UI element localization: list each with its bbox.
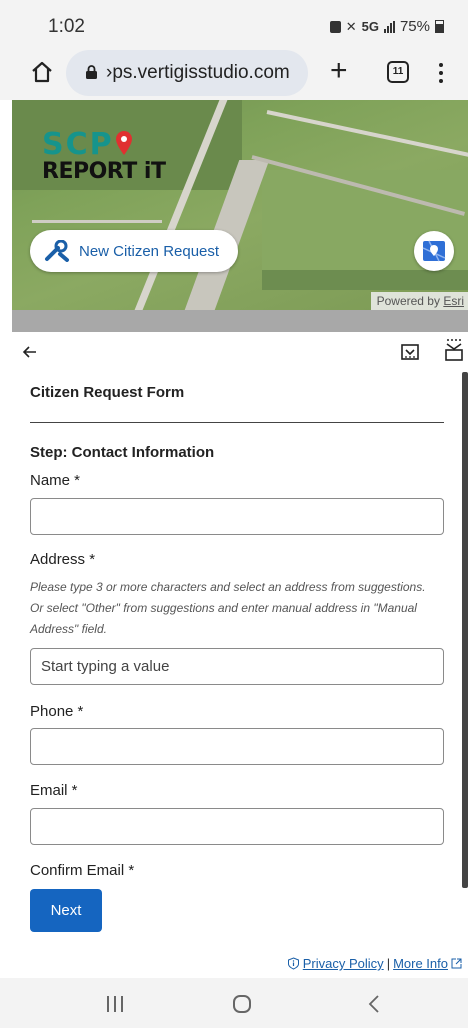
powered-by-text: Powered by (376, 294, 440, 308)
url-text: ›ps.vertigisstudio.com (106, 62, 290, 83)
panel-toolbar (12, 332, 468, 372)
name-label: Name * (30, 472, 81, 489)
mute-icon: ✕ (345, 18, 357, 34)
collapse-panel-icon[interactable] (444, 338, 464, 362)
email-field[interactable] (30, 808, 444, 845)
address-bar[interactable]: ›ps.vertigisstudio.com (66, 50, 308, 96)
scp-report-it-logo: SCP REPORT iT (42, 127, 166, 184)
footer-links: Privacy Policy | More Info (287, 956, 462, 971)
map-view[interactable]: SCP REPORT iT New Citizen Request Powere… (12, 100, 468, 310)
system-nav-bar (0, 978, 468, 1028)
address-label: Address * (30, 551, 96, 568)
phone-label: Phone * (30, 703, 84, 720)
tab-switcher-button[interactable]: 11 (387, 61, 409, 83)
form-title: Citizen Request Form (30, 384, 185, 401)
form-scrollbar[interactable] (462, 372, 468, 888)
esri-link[interactable]: Esri (443, 294, 464, 308)
footer-separator: | (386, 956, 391, 971)
next-button[interactable]: Next (30, 889, 102, 932)
map-pin-icon (115, 131, 132, 155)
expand-panel-icon[interactable] (400, 342, 420, 362)
logo-scp-text: SCP (42, 127, 114, 162)
home-nav-icon[interactable] (233, 995, 251, 1013)
wrench-icon (45, 240, 69, 262)
map-attribution: Powered by Esri (370, 292, 468, 310)
back-nav-icon[interactable] (364, 993, 384, 1015)
status-icons: ✕ 5G 75% (329, 18, 444, 35)
browser-toolbar: ›ps.vertigisstudio.com + 11 (0, 46, 468, 100)
form-step-heading: Step: Contact Information (30, 444, 215, 461)
email-label: Email * (30, 782, 78, 799)
locate-button[interactable] (414, 231, 454, 271)
new-tab-button[interactable]: + (330, 56, 348, 86)
name-field[interactable] (30, 498, 444, 535)
battery-percent: 75% (399, 18, 430, 35)
status-time: 1:02 (48, 16, 85, 37)
privacy-policy-link[interactable]: Privacy Policy (303, 956, 384, 971)
info-icon (287, 957, 299, 970)
new-citizen-request-button[interactable]: New Citizen Request (30, 230, 238, 272)
map-location-icon (422, 240, 446, 262)
panel-divider[interactable] (12, 310, 468, 332)
recents-icon[interactable] (107, 996, 123, 1012)
battery-icon (435, 20, 444, 33)
logo-report-it-text: REPORT iT (42, 159, 166, 184)
lock-icon (86, 65, 97, 79)
notification-icon (329, 20, 341, 33)
more-info-link[interactable]: More Info (393, 956, 448, 971)
address-hint: Please type 3 or more characters and sel… (30, 580, 426, 636)
arrow-left-icon[interactable] (22, 344, 38, 360)
phone-field[interactable] (30, 728, 444, 765)
home-icon[interactable] (30, 60, 54, 84)
new-citizen-request-label: New Citizen Request (79, 242, 220, 260)
confirm-email-label: Confirm Email * (30, 862, 135, 879)
status-bar: 1:02 ✕ 5G 75% (0, 0, 468, 46)
signal-icon (383, 20, 395, 33)
kebab-menu-icon[interactable] (436, 60, 446, 86)
network-type: 5G (361, 19, 379, 34)
address-field[interactable] (30, 648, 444, 685)
external-link-icon (451, 958, 462, 969)
form-divider (30, 422, 444, 423)
